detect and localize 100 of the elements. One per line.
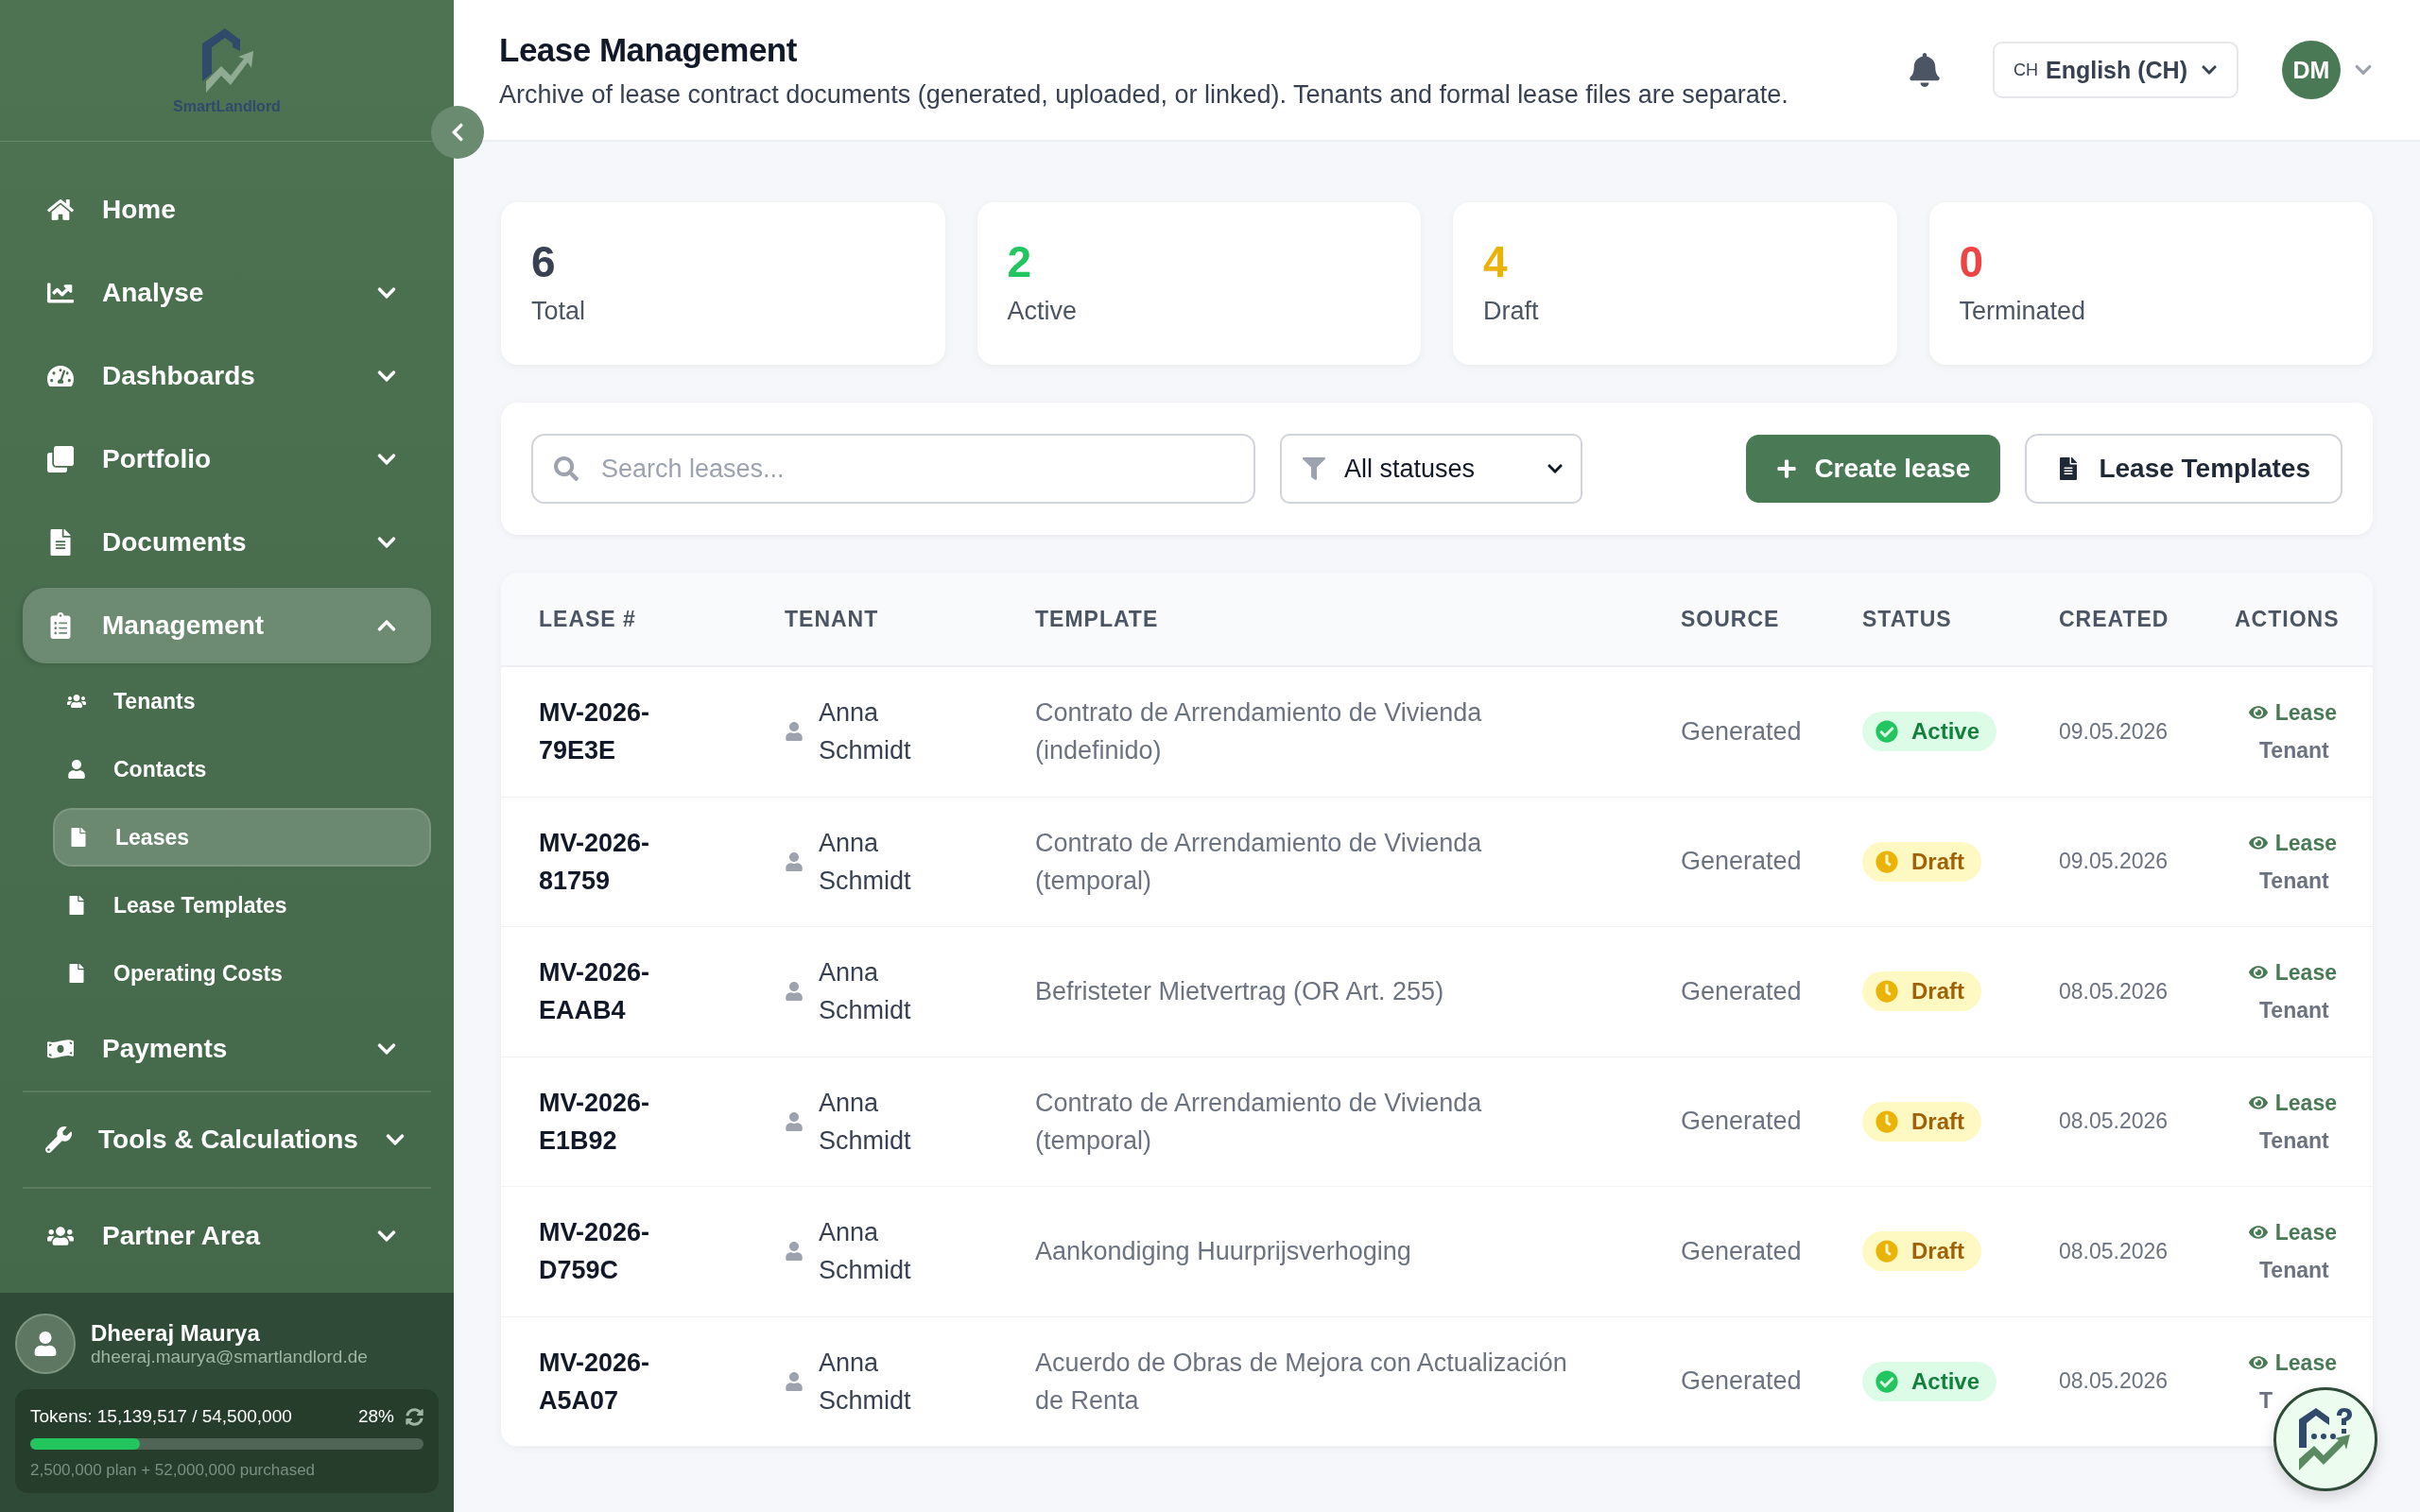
tenant-name: Anna Schmidt xyxy=(819,697,912,767)
nav-subitem[interactable]: Operating Costs xyxy=(53,939,431,1007)
page-subtitle: Archive of lease contract documents (generated, uploaded, or linked). Tenants and formal lease files are separate. xyxy=(499,79,1789,110)
clock-icon xyxy=(1876,1109,1898,1133)
language-select[interactable]: CH English (CH) xyxy=(1993,42,2238,98)
bell-icon[interactable] xyxy=(1908,53,1942,87)
created-date: 08.05.2026 xyxy=(2059,1108,2169,1135)
nav-item[interactable]: Partner Area xyxy=(23,1194,431,1278)
lease-link[interactable]: Lease xyxy=(2248,1346,2337,1379)
nav-item[interactable]: Management xyxy=(23,588,431,663)
status-badge: Draft xyxy=(1862,971,1981,1012)
created-date: 09.05.2026 xyxy=(2059,718,2169,745)
search-field[interactable]: Search leases... xyxy=(531,434,1255,504)
source-cell-text: Generated xyxy=(1681,847,1803,877)
nav-item[interactable]: Portfolio xyxy=(23,418,431,501)
status-badge: Active xyxy=(1862,1361,1997,1401)
nav-item[interactable]: Documents xyxy=(23,501,431,584)
nav-subitem[interactable]: Lease Templates xyxy=(53,871,431,939)
clock-icon xyxy=(1876,980,1898,1004)
clock-icon xyxy=(1876,1240,1898,1263)
token-percent: 28% xyxy=(357,1406,394,1427)
template-name: Acuerdo de Obras de Mejora con Actualización de Renta xyxy=(1035,1347,1568,1417)
column-header: LEASE # xyxy=(538,606,637,632)
lease-link[interactable]: Lease xyxy=(2248,1086,2337,1119)
lease-number: MV-2026-79E3E xyxy=(538,697,651,767)
clock-icon xyxy=(1876,850,1898,873)
lease-templates-button[interactable]: Lease Templates xyxy=(2025,434,2342,504)
user-icon xyxy=(785,1111,804,1131)
lease-number: MV-2026-EAAB4 xyxy=(538,957,651,1027)
user-icon xyxy=(785,722,804,742)
user-icon xyxy=(785,1371,804,1391)
column-header: TEMPLATE xyxy=(1035,606,1160,632)
template-name: Contrato de Arrendamiento de Vivienda (temporal) xyxy=(1035,1087,1483,1157)
wrench-icon xyxy=(45,1126,72,1153)
column-header: TENANT xyxy=(785,606,880,632)
nav-subitem[interactable]: Leases xyxy=(53,808,431,867)
source-cell-text: Generated xyxy=(1681,1366,1803,1397)
stat-value: 4 xyxy=(1483,236,1509,287)
search-icon xyxy=(554,456,579,481)
gauge-icon xyxy=(45,363,76,389)
tenant-link[interactable]: Tenant xyxy=(2259,994,2329,1027)
token-detail: 2,500,000 plan + 52,000,000 purchased xyxy=(30,1461,317,1480)
plus-icon xyxy=(1776,458,1798,479)
column-header: ACTIONS xyxy=(2235,606,2341,632)
lease-link[interactable]: Lease xyxy=(2248,696,2337,730)
status-badge: Active xyxy=(1862,712,1997,752)
stat-label: Terminated xyxy=(1959,297,2087,326)
lease-link[interactable]: Lease xyxy=(2248,826,2337,859)
nav-item[interactable]: Analyse xyxy=(23,251,431,335)
nav-item[interactable]: Payments xyxy=(23,1007,431,1091)
stat-value: 2 xyxy=(1007,236,1033,287)
source-cell-text: Generated xyxy=(1681,716,1803,747)
user-avatar[interactable]: DM xyxy=(2282,41,2341,99)
tenant-name: Anna Schmidt xyxy=(819,1347,912,1417)
column-header: STATUS xyxy=(1862,606,1953,632)
status-badge: Draft xyxy=(1862,1101,1981,1142)
stat-label: Active xyxy=(1007,297,1079,326)
user-icon xyxy=(785,982,804,1002)
tenant-name: Anna Schmidt xyxy=(819,957,912,1027)
house-icon xyxy=(45,197,76,223)
lease-number: MV-2026-E1B92 xyxy=(538,1087,651,1157)
source-cell-text: Generated xyxy=(1681,1107,1803,1137)
nav-item[interactable]: Tools & Calculations xyxy=(23,1098,431,1181)
user-icon xyxy=(785,1242,804,1262)
create-lease-button[interactable]: Create lease xyxy=(1746,435,2001,503)
nav-subitem[interactable]: Contacts xyxy=(53,735,431,803)
status-filter[interactable]: All statuses xyxy=(1280,434,1582,504)
created-date: 08.05.2026 xyxy=(2059,978,2169,1005)
source-cell-text: Generated xyxy=(1681,1236,1803,1266)
tenant-link[interactable]: Tenant xyxy=(2259,1254,2329,1287)
column-header: CREATED xyxy=(2059,606,2170,632)
nav-item[interactable]: Dashboards xyxy=(23,335,431,418)
template-name: Aankondiging Huurprijsverhoging xyxy=(1035,1236,1412,1268)
created-date: 09.05.2026 xyxy=(2059,849,2169,875)
lease-link[interactable]: Lease xyxy=(2248,956,2337,989)
source-cell-text: Generated xyxy=(1681,976,1803,1006)
stat-value: 0 xyxy=(1959,236,1985,287)
tenant-link[interactable]: Tenant xyxy=(2259,734,2329,767)
tenant-link[interactable]: Tenant xyxy=(2259,864,2329,897)
tenant-link[interactable]: T xyxy=(2259,1383,2273,1417)
nav-item[interactable]: Home xyxy=(23,168,431,251)
stack-icon xyxy=(45,446,76,472)
template-name: Contrato de Arrendamiento de Vivienda (temporal) xyxy=(1035,827,1483,897)
tenant-link[interactable]: Tenant xyxy=(2259,1124,2329,1157)
user-name: Dheeraj Maurya xyxy=(91,1320,261,1347)
token-count: Tokens: 15,139,517 / 54,500,000 xyxy=(30,1406,293,1427)
filter-icon xyxy=(1303,457,1325,480)
refresh-icon[interactable] xyxy=(406,1407,424,1426)
tenant-name: Anna Schmidt xyxy=(819,1087,912,1157)
template-name: Befristeter Mietvertrag (OR Art. 255) xyxy=(1035,976,1445,1008)
tenant-name: Anna Schmidt xyxy=(819,1217,912,1287)
stat-label: Total xyxy=(531,297,587,326)
lease-number: MV-2026-A5A07 xyxy=(538,1347,651,1417)
collapse-button[interactable] xyxy=(431,106,484,159)
nav-subitem[interactable]: Tenants xyxy=(53,667,431,735)
lease-link[interactable]: Lease xyxy=(2248,1216,2337,1249)
status-badge: Draft xyxy=(1862,841,1981,882)
tenant-name: Anna Schmidt xyxy=(819,827,912,897)
lease-number: MV-2026-D759C xyxy=(538,1217,651,1287)
status-badge: Draft xyxy=(1862,1231,1981,1272)
